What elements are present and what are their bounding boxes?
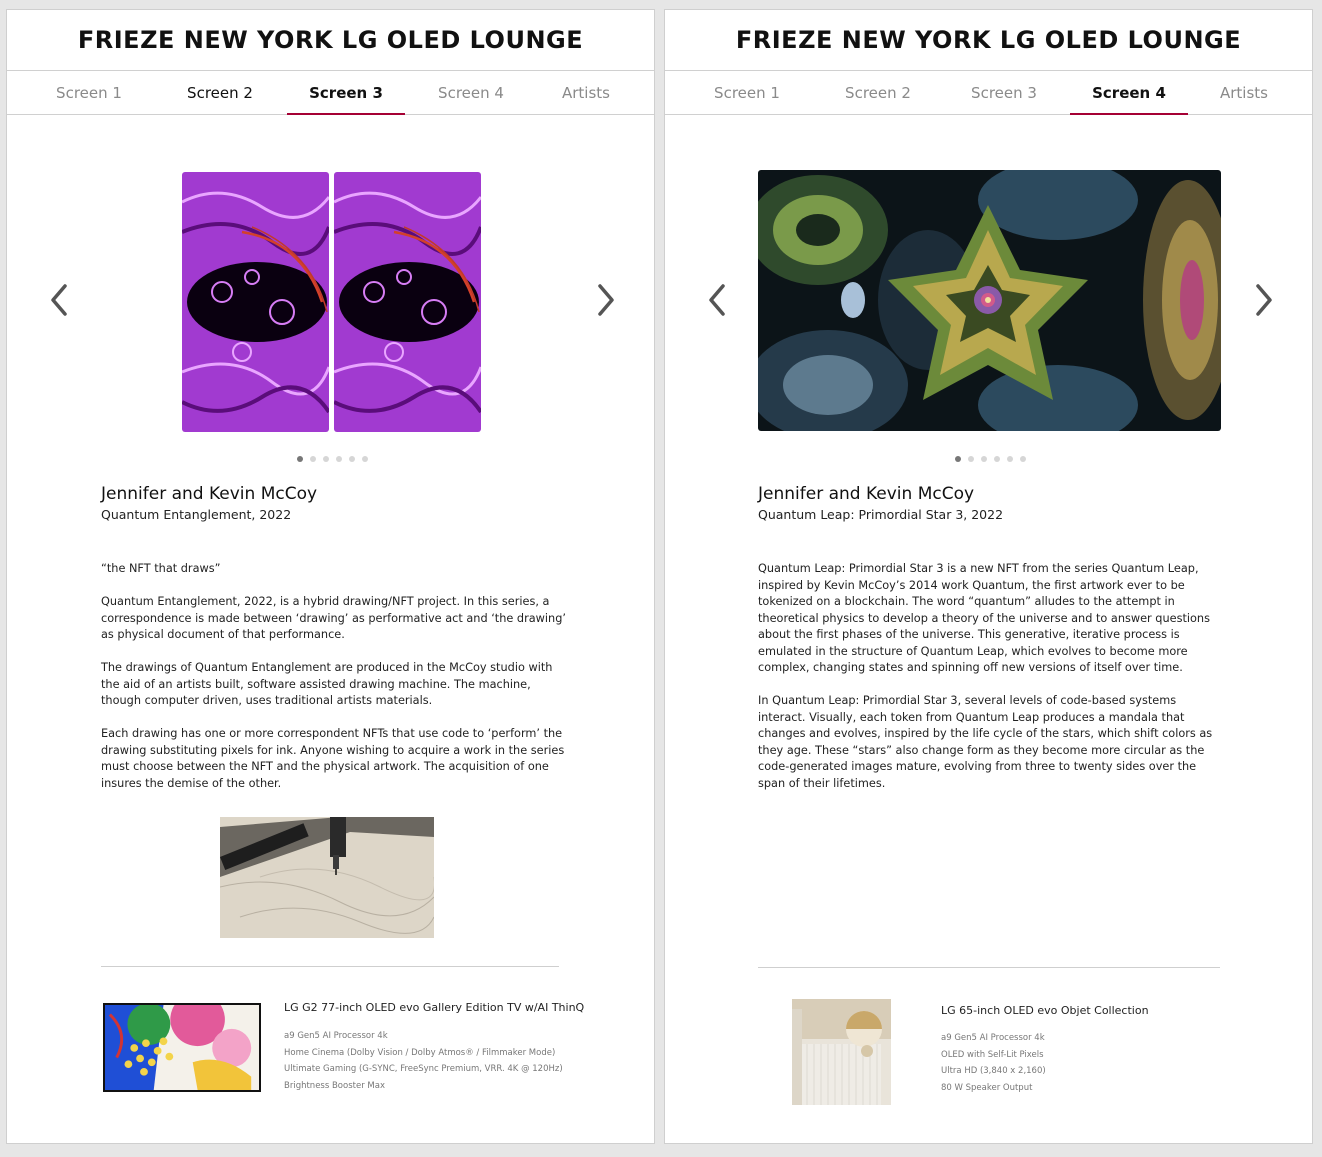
spec-item: Ultimate Gaming (G-SYNC, FreeSync Premiu… [284,1064,563,1074]
section-divider [758,967,1220,968]
carousel-dot[interactable] [310,456,316,462]
artwork-title: Quantum Entanglement, 2022 [101,507,292,522]
carousel-dot[interactable] [1020,456,1026,462]
tab-screen-3[interactable]: Screen 3 [945,71,1063,114]
spec-item: 80 W Speaker Output [941,1082,1033,1093]
screen-tabs: Screen 1 Screen 2 Screen 3 Screen 4 Arti… [7,71,654,115]
tab-screen-1[interactable]: Screen 1 [688,71,806,114]
tab-screen-4[interactable]: Screen 4 [1070,71,1188,115]
section-divider [101,966,559,967]
description-paragraph: “the NFT that draws” [101,562,221,575]
description-paragraph: Each drawing has one or more corresponde… [101,727,565,790]
tab-screen-4[interactable]: Screen 4 [412,71,530,114]
tab-screen-2[interactable]: Screen 2 [819,71,937,114]
tab-screen-3[interactable]: Screen 3 [287,71,405,115]
product-image [103,1003,261,1092]
spec-item: Brightness Booster Max [284,1080,385,1091]
artwork-description: Quantum Leap: Primordial Star 3 is a new… [758,561,1223,809]
carousel-dot[interactable] [955,456,961,462]
screen-3-panel: FRIEZE NEW YORK LG OLED LOUNGE Screen 1 … [6,9,655,1144]
drawing-machine-photo [220,817,434,938]
chevron-right-icon [1256,284,1272,316]
carousel-dot[interactable] [336,456,342,462]
page-title: FRIEZE NEW YORK LG OLED LOUNGE [665,10,1312,71]
tab-screen-1[interactable]: Screen 1 [30,71,148,114]
carousel-dot[interactable] [994,456,1000,462]
spec-item: OLED with Self-Lit Pixels [941,1049,1044,1060]
carousel-dots [297,456,368,462]
spec-item: a9 Gen5 AI Processor 4k [941,1033,1045,1043]
product-specs: a9 Gen5 AI Processor 4k OLED with Self-L… [941,1030,1046,1096]
next-slide-button[interactable] [591,280,621,320]
spec-item: Ultra HD (3,840 x 2,160) [941,1066,1046,1076]
artwork-title: Quantum Leap: Primordial Star 3, 2022 [758,507,1004,522]
next-slide-button[interactable] [1249,280,1279,320]
description-paragraph: Quantum Leap: Primordial Star 3 is a new… [758,562,1210,674]
description-paragraph: The drawings of Quantum Entanglement are… [101,661,553,707]
carousel-dot[interactable] [297,456,303,462]
description-paragraph: In Quantum Leap: Primordial Star 3, seve… [758,694,1213,790]
artist-name: Jennifer and Kevin McCoy [758,484,975,504]
carousel-dot[interactable] [362,456,368,462]
carousel-dot[interactable] [1007,456,1013,462]
page-title: FRIEZE NEW YORK LG OLED LOUNGE [7,10,654,71]
screen-4-panel: FRIEZE NEW YORK LG OLED LOUNGE Screen 1 … [664,9,1313,1144]
screen-tabs: Screen 1 Screen 2 Screen 3 Screen 4 Arti… [665,71,1312,115]
spec-item: a9 Gen5 AI Processor 4k [284,1031,388,1041]
tab-artists[interactable]: Artists [1185,71,1303,114]
tab-artists[interactable]: Artists [527,71,645,114]
tab-screen-2[interactable]: Screen 2 [161,71,279,114]
carousel-dots [955,456,1026,462]
product-specs: a9 Gen5 AI Processor 4k Home Cinema (Dol… [284,1028,563,1094]
product-image [792,999,891,1105]
prev-slide-button[interactable] [44,280,74,320]
carousel-dot[interactable] [981,456,987,462]
artwork-image-right [334,172,481,432]
carousel-dot[interactable] [968,456,974,462]
description-paragraph: Quantum Entanglement, 2022, is a hybrid … [101,595,566,641]
chevron-left-icon [51,284,67,316]
chevron-right-icon [598,284,614,316]
spec-item: Home Cinema (Dolby Vision / Dolby Atmos®… [284,1047,556,1058]
carousel-dot[interactable] [349,456,355,462]
carousel-dot[interactable] [323,456,329,462]
prev-slide-button[interactable] [702,280,732,320]
artwork-description: “the NFT that draws” Quantum Entanglemen… [101,561,571,809]
chevron-left-icon [709,284,725,316]
artwork-image [758,170,1221,431]
artist-name: Jennifer and Kevin McCoy [101,484,318,504]
product-name: LG 65-inch OLED evo Objet Collection [941,1004,1149,1017]
artwork-image-left [182,172,329,432]
product-name: LG G2 77-inch OLED evo Gallery Edition T… [284,1001,585,1014]
